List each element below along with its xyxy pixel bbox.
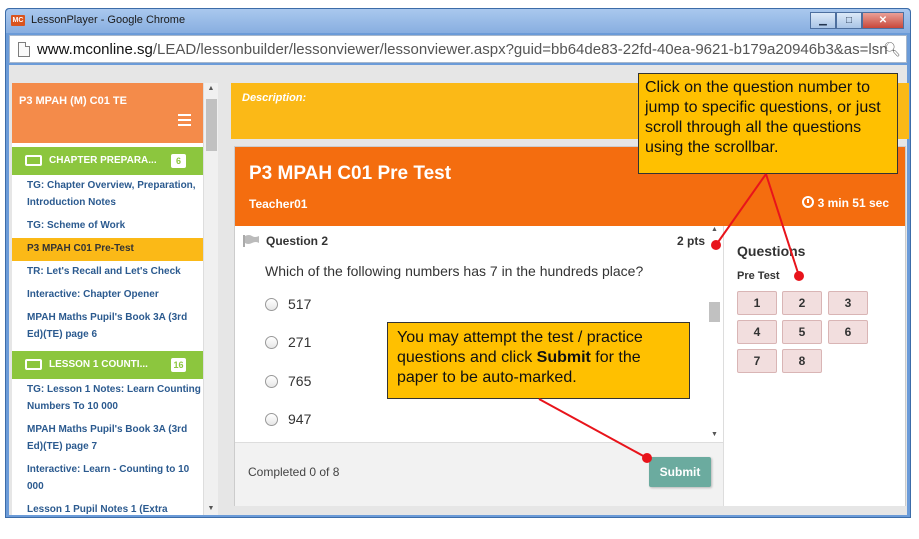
scroll-up-arrow-icon[interactable]: ▲ — [204, 83, 218, 95]
book-icon — [25, 359, 42, 370]
chapter-header-lesson-1[interactable]: LESSON 1 COUNTI... 16 — [12, 351, 203, 379]
sidebar-header: P3 MPAH (M) C01 TE — [12, 83, 203, 143]
chapter-header-preparation[interactable]: CHAPTER PREPARA... 6 — [12, 147, 203, 175]
title-bar: MC LessonPlayer - Google Chrome ▁ □ ✕ — [6, 9, 910, 33]
sidebar-scrollbar[interactable]: ▲ ▼ — [203, 83, 218, 515]
app-logo-icon: MC — [11, 15, 25, 26]
sidebar-item[interactable]: Interactive: Chapter Opener — [12, 284, 203, 307]
question-number-button[interactable]: 8 — [782, 349, 822, 373]
question-number-button[interactable]: 2 — [782, 291, 822, 315]
option-label: 947 — [288, 411, 312, 427]
chapter-label: LESSON 1 COUNTI... — [49, 359, 148, 370]
sidebar-item[interactable]: Lesson 1 Pupil Notes 1 (Extra — [12, 499, 203, 515]
answer-option[interactable]: 947 — [265, 411, 311, 427]
completed-status: Completed 0 of 8 — [248, 465, 340, 479]
radio-button[interactable] — [265, 412, 278, 426]
timer-text: 3 min 51 sec — [817, 196, 889, 210]
question-number-button[interactable]: 7 — [737, 349, 777, 373]
scroll-thumb[interactable] — [206, 99, 217, 151]
question-number-button[interactable]: 5 — [782, 320, 822, 344]
url-text[interactable]: www.mconline.sg/LEAD/lessonbuilder/lesso… — [37, 41, 887, 58]
teacher-name: Teacher01 — [249, 197, 308, 211]
answer-option[interactable]: 271 — [265, 334, 311, 350]
answer-option[interactable]: 517 — [265, 296, 311, 312]
scroll-down-arrow-icon[interactable]: ▼ — [707, 431, 722, 438]
submit-button[interactable]: Submit — [649, 457, 711, 487]
option-label: 765 — [288, 373, 312, 389]
sidebar-item[interactable]: MPAH Maths Pupil's Book 3A (3rd Ed)(TE) … — [12, 419, 203, 459]
sidebar-title: P3 MPAH (M) C01 TE — [19, 95, 127, 107]
option-label: 517 — [288, 296, 312, 312]
sidebar-item-active[interactable]: P3 MPAH C01 Pre-Test — [12, 238, 203, 261]
radio-button[interactable] — [265, 335, 278, 349]
sidebar-item[interactable]: MPAH Maths Pupil's Book 3A (3rd Ed)(TE) … — [12, 307, 203, 347]
question-number-button[interactable]: 1 — [737, 291, 777, 315]
url-path: /LEAD/lessonbuilder/lessonviewer/lessonv… — [152, 41, 887, 58]
test-title: P3 MPAH C01 Pre Test — [249, 163, 452, 184]
radio-button[interactable] — [265, 297, 278, 311]
question-number-button[interactable]: 4 — [737, 320, 777, 344]
navigator-title: Questions — [737, 243, 806, 259]
flag-icon[interactable] — [243, 235, 260, 247]
question-text: Which of the following numbers has 7 in … — [265, 263, 644, 279]
navigator-subtitle: Pre Test — [737, 270, 780, 282]
hamburger-menu-icon[interactable] — [178, 114, 191, 126]
chapter-count-badge: 16 — [171, 358, 186, 372]
url-host: www.mconline.sg — [37, 41, 153, 58]
page-icon — [18, 42, 30, 57]
sidebar-item[interactable]: TR: Let's Recall and Let's Check — [12, 261, 203, 284]
question-navigator: Questions Pre Test 1 2 3 4 5 6 7 8 — [723, 226, 905, 506]
scroll-up-arrow-icon[interactable]: ▲ — [707, 226, 722, 233]
sidebar-item[interactable]: TG: Scheme of Work — [12, 215, 203, 238]
radio-button[interactable] — [265, 374, 278, 388]
timer: 3 min 51 sec — [801, 196, 889, 210]
sidebar-item[interactable]: TG: Chapter Overview, Preparation, Intro… — [12, 175, 203, 215]
sidebar-item[interactable]: Interactive: Learn - Counting to 10 000 — [12, 459, 203, 499]
question-scrollbar[interactable]: ▲ ▼ — [707, 226, 722, 442]
question-number: Question 2 — [266, 234, 329, 248]
clock-icon — [801, 196, 814, 208]
window-title: LessonPlayer - Google Chrome — [31, 14, 186, 26]
address-bar[interactable]: www.mconline.sg/LEAD/lessonbuilder/lesso… — [9, 35, 907, 63]
sidebar-item[interactable]: TG: Lesson 1 Notes: Learn Counting Numbe… — [12, 379, 203, 419]
book-icon — [25, 155, 42, 166]
callout-submit-instructions: You may attempt the test / practice ques… — [387, 322, 690, 399]
callout-bold-text: Submit — [536, 349, 591, 366]
question-number-button[interactable]: 3 — [828, 291, 868, 315]
description-label: Description: — [242, 92, 307, 104]
scroll-down-arrow-icon[interactable]: ▼ — [204, 503, 218, 515]
chapter-label: CHAPTER PREPARA... — [49, 155, 157, 166]
question-points: 2 pts — [676, 234, 705, 248]
answer-option[interactable]: 765 — [265, 373, 311, 389]
chapter-count-badge: 6 — [171, 154, 186, 168]
minimize-button[interactable]: ▁ — [810, 12, 836, 29]
scroll-thumb[interactable] — [709, 302, 720, 322]
question-footer: Completed 0 of 8 Submit — [235, 442, 723, 506]
question-number-button[interactable]: 6 — [828, 320, 868, 344]
window-controls: ▁ □ ✕ — [810, 12, 904, 29]
callout-question-navigation: Click on the question number to jump to … — [638, 73, 898, 174]
lesson-sidebar: P3 MPAH (M) C01 TE CHAPTER PREPARA... 6 … — [12, 83, 203, 515]
maximize-button[interactable]: □ — [836, 12, 862, 29]
magnifier-icon[interactable]: 🔍︎ — [883, 41, 901, 58]
close-button[interactable]: ✕ — [862, 12, 904, 29]
option-label: 271 — [288, 334, 312, 350]
